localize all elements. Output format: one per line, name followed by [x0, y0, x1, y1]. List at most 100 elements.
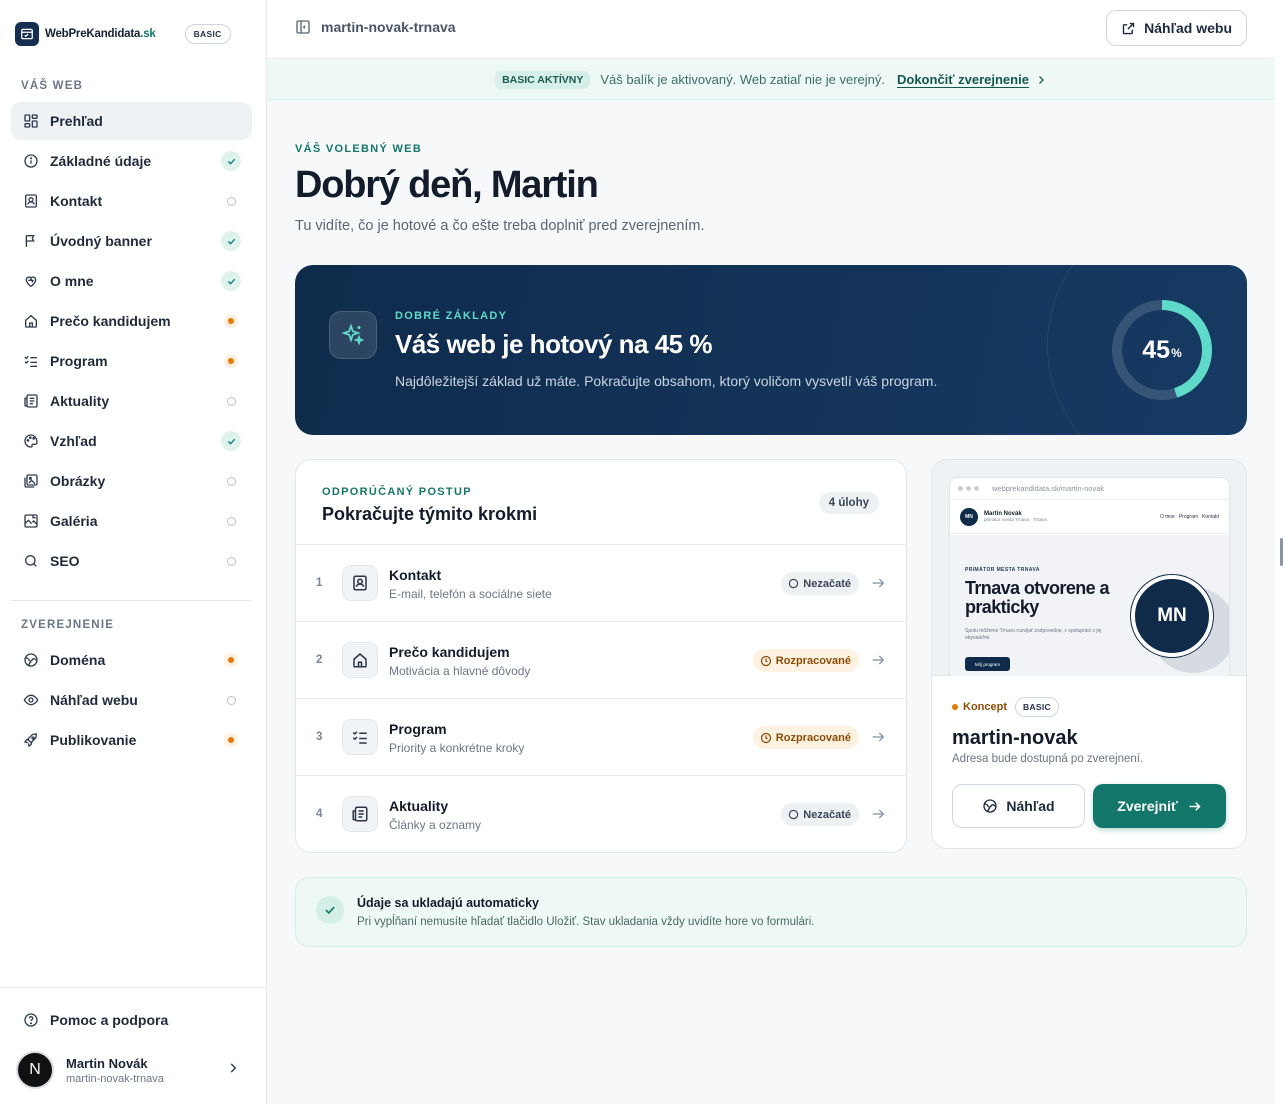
preview-website-button[interactable]: Náhľad webu — [1106, 10, 1247, 46]
sidebar-item-prehlad[interactable]: Prehľad — [11, 102, 252, 140]
publish-button[interactable]: Zverejniť — [1093, 784, 1226, 828]
site-preview-card: webprekandidata.sk/martin-novak MN Marti… — [931, 459, 1247, 849]
brand[interactable]: WebPreKandidata.sk BASIC — [15, 21, 231, 47]
sidebar-item-uvodny-banner[interactable]: Úvodný banner — [11, 222, 252, 260]
progress-ring-label: 45% — [1110, 298, 1214, 402]
autosave-title: Údaje sa ukladajú automaticky — [357, 896, 540, 910]
steps-title: Pokračujte týmito krokmi — [322, 504, 538, 524]
eye-icon — [22, 692, 39, 709]
site-thumbnail[interactable]: webprekandidata.sk/martin-novak MN Marti… — [949, 477, 1230, 676]
step-number: 1 — [316, 577, 323, 589]
status-empty-icon — [221, 511, 241, 531]
sidebar-item-program[interactable]: Program — [11, 342, 252, 380]
window-dot — [966, 486, 971, 491]
globe-icon — [22, 652, 39, 669]
sidebar-footer-divider — [0, 987, 266, 988]
sidebar-item-kontakt[interactable]: Kontakt — [11, 182, 252, 220]
status-progress-icon — [221, 730, 241, 750]
sidebar-item-preco-kandidujem[interactable]: Prečo kandidujem — [11, 302, 252, 340]
sidebar-toggle-icon[interactable] — [295, 19, 311, 35]
step-description: Priority a konkrétne kroky — [389, 741, 525, 755]
sidebar-item-zakladne-udaje[interactable]: Základné údaje — [11, 142, 252, 180]
steps-eyebrow: ODPORÚČANÝ POSTUP — [322, 486, 472, 498]
sidebar-item-label: Doména — [50, 652, 106, 668]
thumbnail-nav-item: Kontakt — [1202, 513, 1219, 520]
checklist-icon — [342, 719, 378, 755]
status-empty-icon — [221, 690, 241, 710]
sidebar-item-domena[interactable]: Doména — [11, 641, 252, 679]
progress-hero: DOBRÉ ZÁKLADY Váš web je hotový na 45 % … — [295, 265, 1247, 435]
sidebar-item-label: Prehľad — [50, 113, 103, 129]
status-empty-icon — [221, 551, 241, 571]
info-icon — [22, 153, 39, 170]
finish-publishing-link[interactable]: Dokončiť zverejnenie — [897, 72, 1029, 87]
thumbnail-role: primátor mesta Trnava · Trnava — [984, 517, 1047, 522]
sidebar-divider — [11, 600, 252, 601]
topbar: martin-novak-trnava Náhľad webu — [267, 0, 1275, 59]
step-description: E-mail, telefón a sociálne siete — [389, 587, 552, 601]
sidebar-item-nahlad-webu[interactable]: Náhľad webu — [11, 681, 252, 719]
home-icon — [342, 642, 378, 678]
step-name: Prečo kandidujem — [389, 644, 510, 660]
checklist-icon — [22, 353, 39, 370]
newspaper-icon — [342, 796, 378, 832]
notice-text: Váš balík je aktivovaný. Web zatiaľ nie … — [600, 72, 885, 87]
thumbnail-initials: MN — [1131, 575, 1213, 657]
step-row-preco-kandidujem[interactable]: 2 Prečo kandidujem Motivácia a hlavné dô… — [296, 621, 906, 698]
step-description: Články a oznamy — [389, 818, 482, 832]
status-badge: Rozpracované — [752, 649, 859, 672]
site-slug: martin-novak — [952, 727, 1078, 749]
circle-icon — [788, 578, 799, 589]
sidebar-item-obrazky[interactable]: Obrázky — [11, 462, 252, 500]
breadcrumb: martin-novak-trnava — [295, 19, 456, 35]
arrow-right-icon — [870, 652, 886, 668]
external-link-icon — [1121, 21, 1136, 36]
status-empty-icon — [221, 191, 241, 211]
sidebar-item-publikovanie[interactable]: Publikovanie — [11, 721, 252, 759]
gallery-icon — [22, 513, 39, 530]
step-name: Aktuality — [389, 798, 449, 814]
check-icon — [316, 896, 344, 924]
sidebar-item-o-mne[interactable]: O mne — [11, 262, 252, 300]
thumbnail-browser-bar: webprekandidata.sk/martin-novak — [950, 478, 1229, 500]
window-dot — [958, 486, 963, 491]
sidebar-item-label: Kontakt — [50, 193, 103, 209]
user-info: Martin Novák martin-novak-trnava — [66, 1056, 164, 1085]
thumbnail-nav-item: O mne — [1159, 513, 1175, 520]
scrollbar-track[interactable] — [1275, 0, 1285, 1104]
help-link[interactable]: Pomoc a podpora — [11, 1001, 252, 1039]
hero-eyebrow: DOBRÉ ZÁKLADY — [395, 310, 508, 322]
contact-card-icon — [22, 193, 39, 210]
step-row-program[interactable]: 3 Program Priority a konkrétne kroky Roz… — [296, 698, 906, 775]
preview-button[interactable]: Náhľad — [952, 784, 1085, 828]
sidebar-item-seo[interactable]: SEO — [11, 542, 252, 580]
sidebar: WebPreKandidata.sk BASIC VÁŠ WEB Prehľad… — [0, 0, 267, 1104]
thumbnail-nav-item: Program — [1178, 513, 1199, 520]
page-eyebrow: VÁŠ VOLEBNÝ WEB — [295, 143, 423, 155]
globe-icon — [982, 798, 998, 814]
sidebar-item-vzhlad[interactable]: Vzhľad — [11, 422, 252, 460]
sidebar-item-galeria[interactable]: Galéria — [11, 502, 252, 540]
step-row-kontakt[interactable]: 1 Kontakt E-mail, telefón a sociálne sie… — [296, 544, 906, 621]
draft-status-badge: Koncept — [952, 701, 1007, 713]
site-thumbnail-area: webprekandidata.sk/martin-novak MN Marti… — [932, 460, 1246, 676]
chevron-right-icon — [226, 1061, 240, 1080]
status-label: Nezačaté — [803, 577, 851, 590]
arrow-right-icon — [870, 729, 886, 745]
sidebar-item-label: Program — [50, 353, 108, 369]
step-number: 2 — [316, 654, 323, 666]
user-menu[interactable]: N Martin Novák martin-novak-trnava — [16, 1051, 248, 1089]
plan-badge: BASIC — [1015, 697, 1059, 717]
sidebar-item-label: Publikovanie — [50, 732, 137, 748]
status-progress-icon — [221, 351, 241, 371]
status-label: Nezačaté — [803, 808, 851, 821]
clock-icon — [760, 732, 772, 744]
scrollbar-thumb[interactable] — [1280, 538, 1283, 566]
sidebar-item-label: Prečo kandidujem — [50, 313, 171, 329]
sidebar-item-aktuality[interactable]: Aktuality — [11, 382, 252, 420]
avatar: N — [16, 1051, 54, 1089]
step-row-aktuality[interactable]: 4 Aktuality Články a oznamy Nezačaté — [296, 775, 906, 852]
sidebar-item-label: Aktuality — [50, 393, 110, 409]
progress-unit: % — [1171, 346, 1182, 360]
progress-value: 45 — [1142, 335, 1171, 364]
